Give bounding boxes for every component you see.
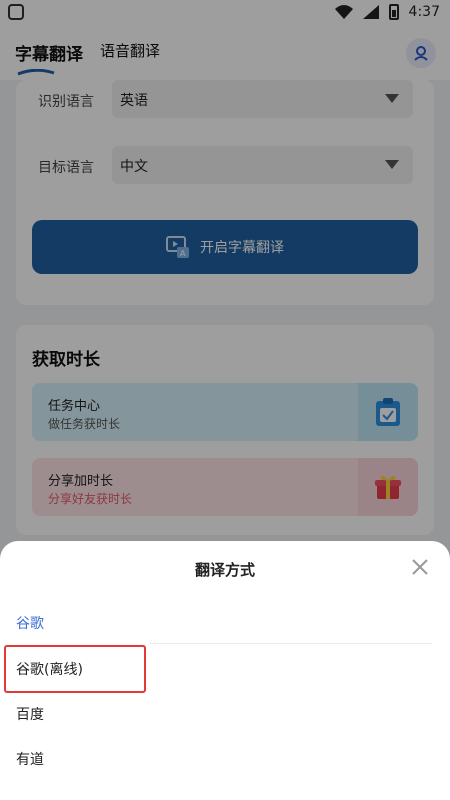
close-icon[interactable] [410, 557, 430, 577]
highlight-box [4, 645, 146, 693]
option-google[interactable]: 谷歌 [16, 613, 44, 633]
option-baidu[interactable]: 百度 [16, 704, 44, 724]
option-youdao[interactable]: 有道 [16, 749, 44, 769]
divider [150, 643, 432, 644]
sheet-title: 翻译方式 [194, 561, 255, 579]
translate-method-sheet: 翻译方式 谷歌 谷歌(离线) 百度 有道 [0, 541, 450, 800]
